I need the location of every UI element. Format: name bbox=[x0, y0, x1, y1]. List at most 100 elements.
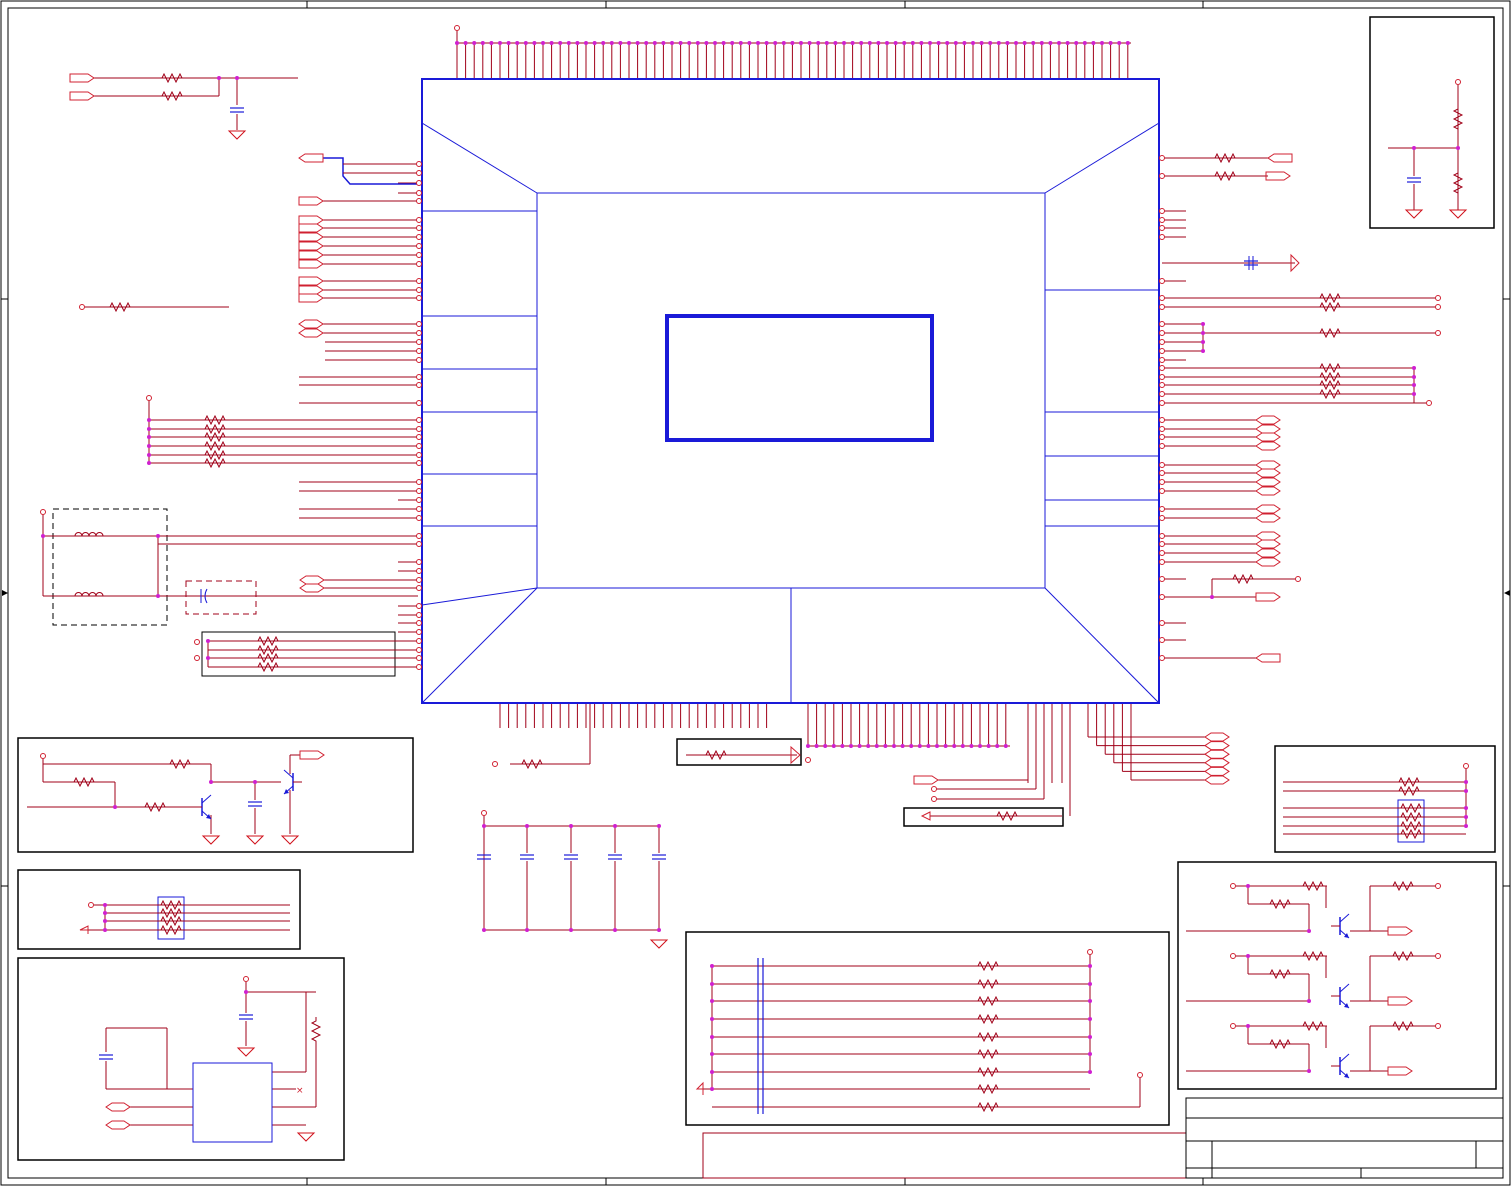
net-port-icon bbox=[1204, 766, 1230, 776]
net-port-icon bbox=[1255, 441, 1281, 451]
capacitor-icon bbox=[519, 854, 535, 860]
junction-dot bbox=[209, 780, 213, 784]
pin-terminal bbox=[416, 638, 422, 644]
pin-terminal bbox=[416, 374, 422, 380]
net-port-icon bbox=[1255, 513, 1281, 523]
pin-terminal bbox=[243, 976, 249, 982]
net-port-icon bbox=[105, 1102, 131, 1112]
junction-dot bbox=[1091, 41, 1096, 45]
bottom-res-box bbox=[903, 807, 1064, 827]
net-port-icon bbox=[69, 91, 95, 101]
junction-dot bbox=[1088, 1052, 1092, 1056]
pin-terminal bbox=[416, 295, 422, 301]
pin-terminal bbox=[416, 348, 422, 354]
junction-dot bbox=[885, 41, 889, 45]
junction-dot bbox=[710, 1070, 714, 1074]
ground-symbol-icon bbox=[297, 1132, 315, 1142]
ground-symbol-icon bbox=[1405, 209, 1423, 219]
pin-terminal bbox=[416, 506, 422, 512]
junction-dot bbox=[893, 41, 898, 45]
junction-dot bbox=[472, 41, 477, 45]
net-port-icon bbox=[69, 73, 95, 83]
net-port-icon bbox=[695, 1081, 704, 1095]
pin-terminal bbox=[416, 278, 422, 284]
junction-dot bbox=[936, 41, 941, 45]
junction-dot bbox=[558, 41, 563, 45]
junction-dot bbox=[781, 41, 786, 45]
pin-terminal bbox=[931, 786, 937, 792]
net-port-icon bbox=[298, 232, 324, 242]
net-port-icon bbox=[298, 319, 324, 329]
junction-dot bbox=[103, 911, 107, 915]
junction-dot bbox=[1125, 41, 1130, 45]
junction-dot bbox=[206, 639, 210, 643]
pin-terminal bbox=[1159, 365, 1165, 371]
junction-dot bbox=[859, 41, 864, 45]
junction-dot bbox=[738, 41, 743, 45]
junction-dot bbox=[613, 928, 617, 932]
net-port-icon bbox=[79, 925, 89, 934]
junction-dot bbox=[710, 1087, 714, 1091]
junction-dot bbox=[943, 744, 948, 748]
net-port-icon bbox=[298, 215, 324, 225]
net-port-icon bbox=[1255, 504, 1281, 514]
pin-terminal bbox=[1159, 304, 1165, 310]
npn-transistor-icon bbox=[283, 769, 302, 795]
junction-dot bbox=[156, 594, 160, 598]
pin-terminal bbox=[79, 304, 85, 310]
junction-dot bbox=[850, 41, 855, 45]
junction-dot bbox=[103, 903, 107, 907]
pin-terminal bbox=[416, 161, 422, 167]
junction-dot bbox=[1039, 41, 1044, 45]
pin-terminal bbox=[1159, 339, 1165, 345]
pin-terminal bbox=[194, 655, 200, 661]
junction-dot bbox=[704, 41, 709, 45]
pin-terminal bbox=[1159, 443, 1165, 449]
ground-symbol-icon bbox=[228, 130, 246, 140]
pin-terminal bbox=[1159, 225, 1165, 231]
junction-dot bbox=[525, 928, 529, 932]
ic-bevel-line bbox=[421, 122, 538, 194]
junction-dot bbox=[710, 1052, 714, 1056]
junction-dot bbox=[917, 744, 922, 748]
pin-terminal bbox=[416, 382, 422, 388]
transistor-collector bbox=[283, 769, 294, 779]
junction-dot bbox=[790, 41, 795, 45]
level-shift-box bbox=[1177, 861, 1497, 1090]
driver-box bbox=[17, 737, 414, 853]
junction-dot bbox=[730, 41, 735, 45]
divider-box bbox=[1369, 16, 1495, 229]
junction-dot bbox=[1412, 392, 1416, 396]
junction-dot bbox=[1057, 41, 1061, 45]
ground-symbol-icon bbox=[1449, 209, 1467, 219]
junction-dot bbox=[661, 41, 666, 45]
npn-transistor-icon bbox=[1331, 913, 1350, 939]
junction-dot bbox=[147, 453, 151, 457]
net-port-icon bbox=[1387, 1066, 1413, 1076]
junction-dot bbox=[463, 41, 468, 45]
junction-dot bbox=[1088, 1035, 1092, 1039]
junction-dot bbox=[1117, 41, 1122, 45]
junction-dot bbox=[156, 534, 160, 538]
junction-dot bbox=[235, 76, 239, 80]
pin-terminal bbox=[1295, 576, 1301, 582]
pin-terminal bbox=[1159, 541, 1165, 547]
net-port-icon bbox=[913, 775, 939, 785]
inner-border bbox=[7, 7, 1504, 1179]
junction-dot bbox=[849, 744, 853, 748]
junction-dot bbox=[217, 76, 221, 80]
pin-terminal bbox=[1159, 506, 1165, 512]
junction-dot bbox=[678, 41, 683, 45]
inductor-icon bbox=[74, 592, 104, 597]
net-port-icon bbox=[105, 1120, 131, 1130]
junction-dot bbox=[1074, 41, 1079, 45]
net-port-icon bbox=[1387, 996, 1413, 1006]
junction-dot bbox=[900, 744, 905, 748]
junction-dot bbox=[713, 41, 717, 45]
junction-dot bbox=[833, 41, 838, 45]
cap-box bbox=[185, 580, 257, 615]
net-port-icon bbox=[1255, 468, 1281, 478]
pin-terminal bbox=[1159, 594, 1165, 600]
left-res-box bbox=[201, 631, 396, 677]
pin-terminal bbox=[1137, 1072, 1143, 1078]
